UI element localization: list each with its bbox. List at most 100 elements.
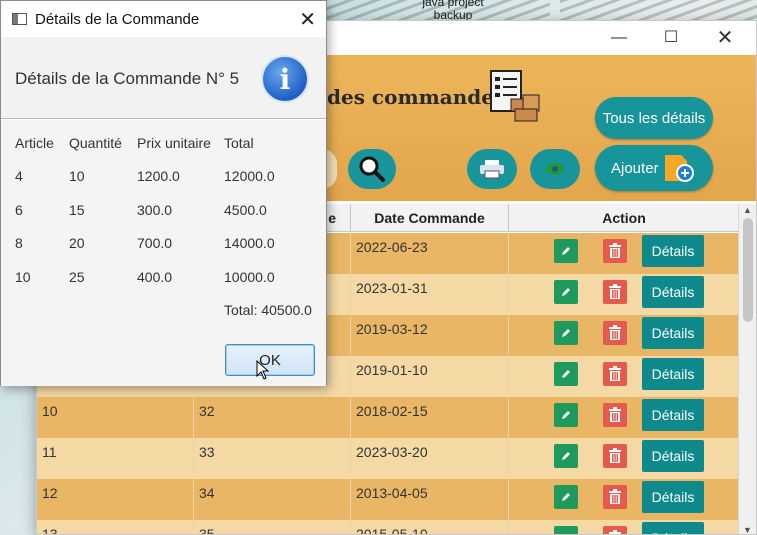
scroll-up-icon[interactable]: ▲ [743,205,752,215]
cell-client: 35 [194,520,351,534]
details-button[interactable]: Détails [642,276,704,308]
edit-button[interactable] [554,485,578,509]
delete-button[interactable] [603,362,627,386]
item-prix: 700.0 [137,235,173,251]
edit-button[interactable] [554,444,578,468]
search-icon [359,156,385,182]
trash-icon [609,407,621,422]
edit-button[interactable] [554,403,578,427]
cell-date: 2023-03-20 [351,438,509,479]
cell-date: 2022-06-23 [351,233,509,274]
item-total: 12000.0 [224,168,275,184]
column-header-total: Total [224,135,254,151]
desktop-icon-label[interactable]: java project backup [408,0,498,22]
mouse-cursor-icon [256,360,270,380]
column-header-quantity: Quantité [69,135,122,151]
pencil-icon [562,329,570,337]
trash-icon [609,489,621,504]
edit-button[interactable] [554,362,578,386]
refresh-button[interactable] [530,149,580,189]
scrollbar-thumb[interactable] [743,218,753,322]
maximize-icon[interactable]: ☐ [649,27,693,49]
pencil-icon [562,247,570,255]
trash-icon [609,284,621,299]
delete-button[interactable] [603,280,627,304]
edit-button[interactable] [554,280,578,304]
item-quantite: 20 [69,235,85,251]
print-button[interactable] [467,149,517,189]
table-row[interactable]: 11 33 2023-03-20 Détails [37,438,739,479]
details-button[interactable]: Détails [642,235,704,267]
item-article: 8 [15,235,23,251]
delete-button[interactable] [603,526,627,534]
trash-icon [609,325,621,340]
table-row[interactable]: 10 32 2018-02-15 Détails [37,397,739,438]
column-header-article: Article [15,135,54,151]
cell-date: 2019-03-12 [351,315,509,356]
add-button[interactable]: Ajouter [595,145,713,191]
close-icon[interactable]: ✕ [703,27,747,49]
item-prix: 400.0 [137,268,173,285]
details-button[interactable]: Détails [642,440,704,472]
item-total: 4500.0 [224,201,267,218]
cell-date: 2019-01-10 [351,356,509,397]
item-article: 10 [15,268,31,285]
cell-date: 2023-01-31 [351,274,509,315]
details-button[interactable]: Détails [642,481,704,513]
scroll-down-icon[interactable]: ▼ [743,525,752,534]
item-total: 14000.0 [224,235,275,251]
refresh-icon [546,163,564,175]
edit-button[interactable] [554,526,578,534]
table-row[interactable]: 12 34 2013-04-05 Détails [37,479,739,520]
cell-id: 13 [37,520,194,534]
all-details-button[interactable]: Tous les détails [595,97,713,139]
table-row[interactable]: 13352015-05-10 Détails [37,520,739,534]
table-scrollbar[interactable]: ▲ ▼ [738,204,756,534]
search-button[interactable] [348,149,396,189]
cell-client: 33 [194,438,351,479]
app-window-icon [12,13,27,25]
pencil-icon [562,411,570,419]
details-button[interactable]: Détails [642,317,704,349]
column-header[interactable]: Date Commande [351,204,509,232]
delete-button[interactable] [603,403,627,427]
details-button[interactable]: Détails [642,358,704,390]
item-prix: 1200.0 [137,168,180,184]
item-article: 4 [15,168,23,184]
page-title: des commandes [327,85,506,109]
delete-button[interactable] [603,485,627,509]
dialog-titlebar[interactable]: Détails de la Commande ✕ [1,1,326,37]
dialog-header: Détails de la Commande N° 5 i [1,37,326,119]
trash-icon [609,530,621,534]
cell-id: 12 [37,479,194,520]
pencil-icon [562,493,570,501]
dialog-header-text: Détails de la Commande N° 5 [15,69,240,88]
column-header[interactable]: Action [509,204,739,232]
printer-icon [480,160,504,179]
close-icon[interactable]: ✕ [299,7,316,32]
item-total: 10000.0 [224,268,275,285]
pencil-icon [562,370,570,378]
pencil-icon [562,452,570,460]
cell-date: 2018-02-15 [351,397,509,438]
details-button[interactable]: Détails [642,522,704,534]
ok-button[interactable]: OK [225,344,315,376]
delete-button[interactable] [603,444,627,468]
column-header-unit-price: Prix unitaire [137,135,211,151]
delete-button[interactable] [603,239,627,263]
cell-id: 11 [37,438,194,479]
delete-button[interactable] [603,321,627,345]
trash-icon [609,448,621,463]
cell-date: 2013-04-05 [351,479,509,520]
details-button[interactable]: Détails [642,399,704,431]
dialog-title: Détails de la Commande [35,11,200,28]
edit-button[interactable] [554,239,578,263]
cell-client: 32 [194,397,351,438]
minimize-icon[interactable]: — [597,27,641,49]
grand-total: Total: 40500.0 [224,302,312,318]
orders-clipboard-icon [490,70,540,122]
add-file-icon [665,155,694,182]
edit-button[interactable] [554,321,578,345]
add-button-label: Ajouter [611,159,659,177]
cell-client: 34 [194,479,351,520]
